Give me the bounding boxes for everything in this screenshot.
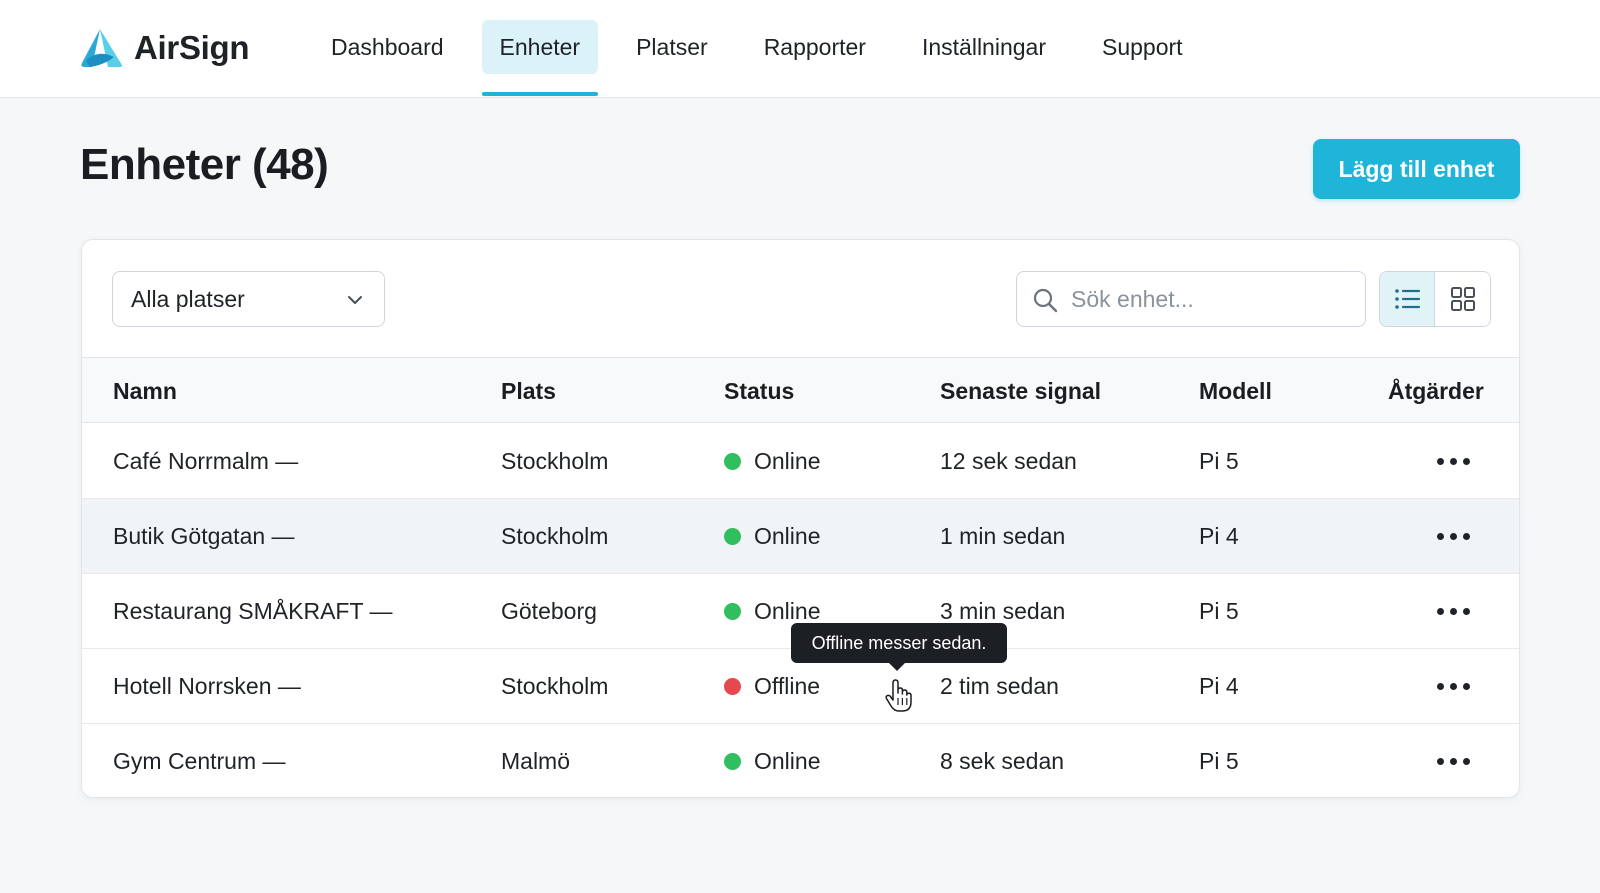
grid-view-button[interactable] bbox=[1435, 272, 1490, 326]
more-horizontal-icon bbox=[1436, 607, 1470, 615]
device-model: Pi 5 bbox=[1199, 448, 1239, 474]
status-tooltip: Offline messer sedan. bbox=[791, 623, 1007, 671]
row-actions-button[interactable] bbox=[1432, 671, 1474, 701]
nav-dashboard[interactable]: Dashboard bbox=[313, 20, 462, 74]
device-name[interactable]: Restaurang SMÅKRAFT — bbox=[113, 574, 393, 648]
nav-installningar[interactable]: Inställningar bbox=[904, 20, 1064, 74]
add-device-button[interactable]: Lägg till enhet bbox=[1313, 139, 1520, 199]
status-text: Online bbox=[754, 748, 821, 774]
column-header-plats[interactable]: Plats bbox=[501, 358, 556, 424]
column-header-modell[interactable]: Modell bbox=[1199, 358, 1272, 424]
status-text: Online bbox=[754, 598, 821, 624]
row-actions-button[interactable] bbox=[1432, 521, 1474, 551]
nav-enheter[interactable]: Enheter bbox=[481, 20, 599, 96]
more-horizontal-icon bbox=[1436, 682, 1470, 690]
column-header-senaste-signal[interactable]: Senaste signal bbox=[940, 358, 1101, 424]
view-mode-toggle bbox=[1379, 271, 1491, 327]
status-text: Offline bbox=[754, 673, 821, 699]
status-text: Online bbox=[754, 523, 821, 549]
nav-support[interactable]: Support bbox=[1084, 20, 1201, 74]
status-dot-icon bbox=[724, 528, 741, 545]
airsign-logo-icon bbox=[81, 29, 123, 67]
search-input[interactable] bbox=[1071, 280, 1351, 318]
status-text: Online bbox=[754, 448, 821, 474]
table-row[interactable]: Café Norrmalm — Stockholm Online 12 sek … bbox=[82, 424, 1519, 499]
more-horizontal-icon bbox=[1436, 532, 1470, 540]
column-header-atgarder: Åtgärder bbox=[1388, 378, 1484, 404]
chevron-down-icon bbox=[348, 296, 362, 304]
column-header-status[interactable]: Status bbox=[724, 358, 794, 424]
device-name[interactable]: Café Norrmalm — bbox=[113, 424, 298, 498]
more-horizontal-icon bbox=[1436, 757, 1470, 765]
table-row[interactable]: Gym Centrum — Malmö Online 8 sek sedan P… bbox=[82, 724, 1519, 797]
device-name[interactable]: Gym Centrum — bbox=[113, 724, 286, 797]
list-view-button[interactable] bbox=[1380, 272, 1435, 326]
hand-pointer-cursor-icon bbox=[885, 679, 912, 712]
device-place: Stockholm bbox=[501, 673, 609, 699]
nav-platser[interactable]: Platser bbox=[618, 20, 726, 74]
device-status: Online bbox=[724, 424, 820, 498]
device-search bbox=[1016, 271, 1366, 327]
nav-rapporter[interactable]: Rapporter bbox=[746, 20, 884, 74]
row-actions-button[interactable] bbox=[1432, 596, 1474, 626]
device-name[interactable]: Hotell Norrsken — bbox=[113, 649, 301, 723]
list-view-icon bbox=[1395, 289, 1421, 309]
search-icon bbox=[1033, 288, 1058, 313]
app-logo[interactable]: AirSign bbox=[78, 26, 250, 70]
device-last-signal: 1 min sedan bbox=[940, 523, 1066, 549]
status-dot-icon bbox=[724, 603, 741, 620]
status-dot-icon bbox=[724, 753, 741, 770]
status-dot-icon bbox=[724, 678, 741, 695]
device-place: Malmö bbox=[501, 748, 571, 774]
table-row[interactable]: Butik Götgatan — Stockholm Online 1 min … bbox=[82, 499, 1519, 574]
device-name[interactable]: Butik Götgatan — bbox=[113, 499, 295, 573]
device-last-signal: 8 sek sedan bbox=[940, 748, 1065, 774]
grid-view-icon bbox=[1450, 287, 1475, 311]
column-header-namn[interactable]: Namn bbox=[113, 358, 177, 424]
device-model: Pi 4 bbox=[1199, 673, 1239, 699]
device-place: Göteborg bbox=[501, 598, 597, 624]
location-filter-value: Alla platser bbox=[131, 285, 245, 312]
top-navigation-bar: AirSign Dashboard Enheter Platser Rappor… bbox=[0, 0, 1600, 98]
device-status: Online bbox=[724, 499, 820, 573]
table-header: Namn Plats Status Senaste signal Modell … bbox=[82, 357, 1519, 423]
device-model: Pi 5 bbox=[1199, 598, 1239, 624]
devices-card: Alla platser Sök enhet... Namn Plats Sta… bbox=[81, 239, 1520, 798]
row-actions-button[interactable] bbox=[1432, 446, 1474, 476]
page-title: Enheter (48) bbox=[80, 140, 329, 189]
more-horizontal-icon bbox=[1436, 457, 1470, 465]
status-dot-icon bbox=[724, 453, 741, 470]
location-filter-select[interactable]: Alla platser bbox=[112, 271, 385, 327]
row-actions-button[interactable] bbox=[1432, 746, 1474, 776]
device-last-signal: 12 sek sedan bbox=[940, 448, 1077, 474]
device-model: Pi 4 bbox=[1199, 523, 1239, 549]
device-status: Online bbox=[724, 724, 821, 797]
app-name: AirSign bbox=[134, 29, 250, 66]
device-model: Pi 5 bbox=[1199, 748, 1239, 774]
device-place: Stockholm bbox=[501, 523, 609, 549]
main-nav: Dashboard Enheter Platser Rapporter Inst… bbox=[313, 20, 1221, 98]
device-place: Stockholm bbox=[501, 448, 609, 474]
